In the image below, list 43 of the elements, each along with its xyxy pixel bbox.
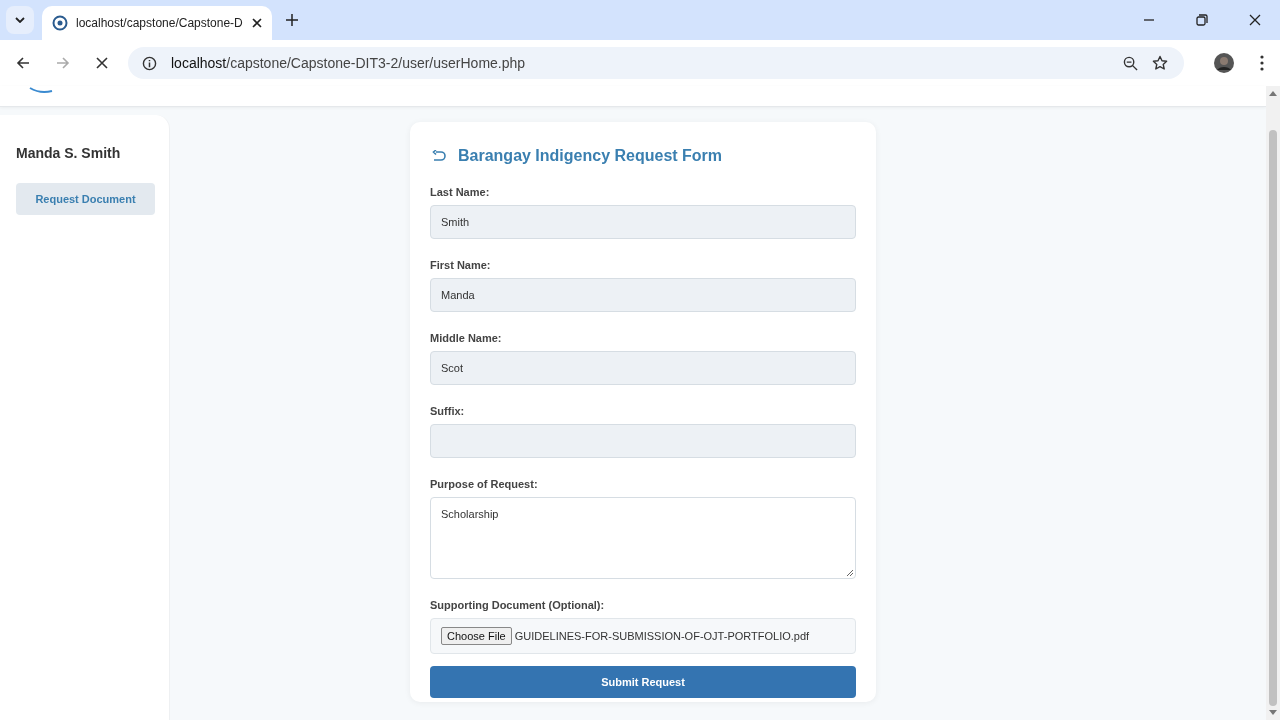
text-area[interactable]: Scholarship [430, 497, 856, 579]
file-input-field[interactable]: Choose File GUIDELINES-FOR-SUBMISSION-OF-OJT-PORTFOLIO.pdf [430, 618, 856, 654]
field-label: Suffix: [430, 405, 466, 417]
scrollbar[interactable] [1266, 86, 1280, 720]
input-field[interactable]: Manda [430, 278, 856, 312]
new-tab-icon[interactable] [286, 14, 298, 26]
back-icon[interactable] [432, 149, 446, 163]
choose-file-button[interactable]: Choose File [441, 627, 512, 645]
input-field[interactable] [430, 424, 856, 458]
browser-tab[interactable]: localhost/capstone/Capstone-D [42, 6, 272, 40]
address-bar[interactable]: localhost/capstone/Capstone-DIT3-2/user/userHome.php [128, 47, 1184, 79]
restore-icon[interactable] [1196, 14, 1208, 26]
field-label: First Name: [430, 259, 492, 271]
url-text: localhost/capstone/Capstone-DIT3-2/user/userHome.php [171, 55, 526, 71]
field-value: Scholarship [441, 508, 499, 520]
back-arrow-icon[interactable] [16, 56, 30, 70]
input-field[interactable]: Smith [430, 205, 856, 239]
menu-icon[interactable] [1260, 55, 1264, 71]
zoom-out-icon[interactable] [1123, 55, 1138, 71]
form-title: Barangay Indigency Request Form [458, 147, 723, 165]
sidebar-item[interactable]: Request Document [16, 183, 155, 215]
avatar-icon[interactable] [1214, 53, 1234, 73]
close-icon[interactable] [252, 18, 262, 28]
file-name: GUIDELINES-FOR-SUBMISSION-OF-OJT-PORTFOLIO.pdf [514, 630, 810, 642]
info-icon [142, 55, 157, 71]
resize-grip-icon[interactable] [846, 569, 853, 576]
stop-loading-icon[interactable] [96, 57, 108, 69]
globe-icon [52, 15, 68, 31]
close-icon[interactable] [1249, 14, 1261, 26]
tab-title: localhost/capstone/Capstone-D [76, 16, 244, 30]
chevron-down-icon [15, 17, 25, 23]
scroll-down-icon[interactable] [1269, 710, 1277, 716]
scroll-up-icon[interactable] [1269, 90, 1277, 96]
submit-button[interactable]: Submit Request [430, 666, 856, 698]
input-field[interactable]: Scot [430, 351, 856, 385]
field-label: Middle Name: [430, 332, 503, 344]
field-label: Purpose of Request: [430, 478, 539, 490]
user-name: Manda S. Smith [16, 145, 121, 161]
tab-list-button[interactable] [6, 6, 34, 34]
star-icon[interactable] [1152, 55, 1168, 71]
field-label: Last Name: [430, 186, 491, 198]
scrollbar-thumb[interactable] [1269, 130, 1277, 706]
field-label: Supporting Document (Optional): [430, 599, 606, 611]
